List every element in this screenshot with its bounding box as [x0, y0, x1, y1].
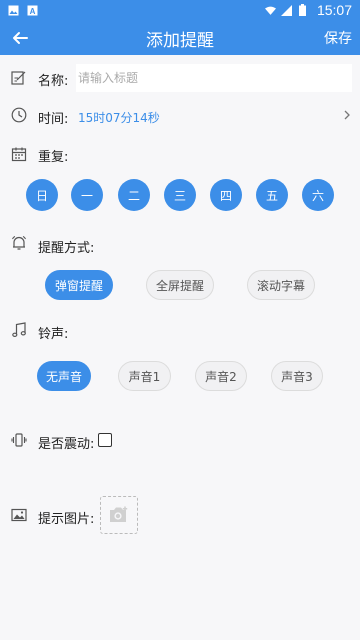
image-label: 提示图片: — [38, 512, 95, 527]
status-time: 15:07 — [316, 2, 352, 18]
vibrate-icon — [11, 432, 27, 448]
image-icon — [8, 5, 19, 16]
day-saturday[interactable]: 六 — [302, 179, 334, 211]
day-monday[interactable]: 一 — [71, 179, 103, 211]
add-image-button[interactable] — [100, 496, 138, 534]
music-note-icon — [11, 322, 27, 338]
text-a-icon: A — [27, 5, 38, 16]
day-sunday[interactable]: 日 — [26, 179, 58, 211]
ringtone-2-option[interactable]: 声音2 — [195, 361, 247, 391]
edit-icon — [11, 70, 27, 86]
mode-scrolling-option[interactable]: 滚动字幕 — [247, 270, 315, 300]
reminder-mode-label: 提醒方式: — [38, 241, 95, 256]
name-label: 名称: — [38, 74, 69, 89]
back-button[interactable] — [10, 28, 30, 48]
ringtone-none-option[interactable]: 无声音 — [37, 361, 91, 391]
signal-icon — [280, 4, 292, 16]
calendar-icon — [11, 146, 27, 162]
add-photo-icon — [110, 506, 128, 522]
page-title: 添加提醒 — [146, 31, 214, 51]
mode-fullscreen-option[interactable]: 全屏提醒 — [146, 270, 214, 300]
ringtone-1-option[interactable]: 声音1 — [118, 361, 171, 391]
name-input[interactable] — [76, 64, 352, 92]
day-tuesday[interactable]: 二 — [118, 179, 150, 211]
arrow-left-icon — [13, 32, 28, 44]
day-friday[interactable]: 五 — [256, 179, 288, 211]
repeat-label: 重复: — [38, 150, 69, 165]
time-value[interactable]: 15时07分14秒 — [78, 109, 160, 126]
svg-text:A: A — [30, 7, 36, 16]
save-button[interactable]: 保存 — [324, 28, 352, 48]
day-wednesday[interactable]: 三 — [164, 179, 196, 211]
day-thursday[interactable]: 四 — [210, 179, 242, 211]
chevron-right-icon[interactable] — [342, 108, 352, 122]
time-label: 时间: — [38, 112, 69, 127]
picture-icon — [11, 507, 27, 523]
ringtone-label: 铃声: — [38, 327, 69, 342]
clock-icon — [11, 107, 27, 123]
vibrate-checkbox[interactable] — [98, 433, 112, 447]
wifi-icon — [264, 5, 276, 16]
ringtone-3-option[interactable]: 声音3 — [271, 361, 323, 391]
bell-icon — [11, 235, 27, 251]
mode-popup-option[interactable]: 弹窗提醒 — [45, 270, 113, 300]
battery-icon — [297, 4, 308, 16]
app-bar: 添加提醒 保存 — [0, 20, 360, 55]
status-bar: A 15:07 — [0, 0, 360, 20]
vibrate-label: 是否震动: — [38, 437, 95, 452]
